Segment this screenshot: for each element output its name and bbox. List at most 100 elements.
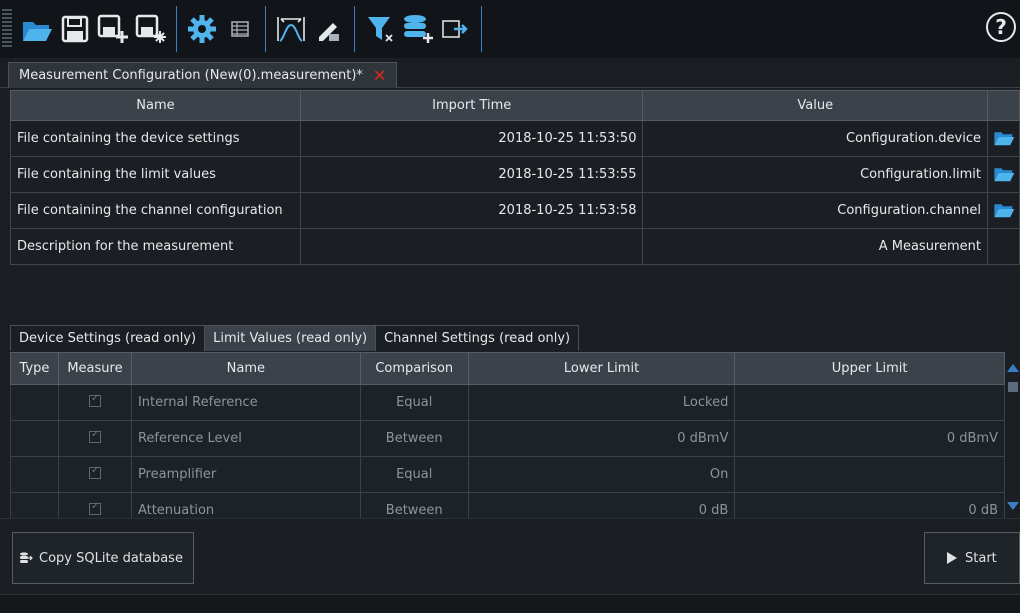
type-cell [10,456,59,493]
play-icon [947,552,957,564]
database-add-icon [404,15,433,43]
column-header-comparison[interactable]: Comparison [359,352,469,385]
measure-cell [57,384,132,421]
table-row[interactable]: Description for the measurement A Measur… [10,228,1020,265]
limits-table: Type Measure Name Comparison Lower Limit… [10,352,1005,518]
limit-name-cell: Reference Level [130,420,361,457]
lower-limit-cell: 0 dBmV [467,420,736,457]
value-cell: Configuration.channel [642,192,988,229]
copy-sqlite-database-button[interactable]: Copy SQLite database [12,532,194,584]
type-cell [10,420,59,457]
spectrum-button[interactable] [274,9,308,49]
toolbar: ? [0,0,1020,58]
close-icon[interactable]: ✕ [373,66,386,85]
open-folder-button[interactable] [20,9,54,49]
column-header-action [987,90,1020,121]
vertical-scrollbar[interactable] [1005,352,1020,518]
measure-checkbox [88,429,101,443]
limit-name-cell: Attenuation [130,492,361,518]
value-cell: Configuration.limit [642,156,988,193]
scroll-up-arrow-icon[interactable] [1007,364,1019,372]
database-export-icon [20,552,33,563]
comparison-cell: Equal [359,384,469,421]
copy-sqlite-database-label: Copy SQLite database [39,550,183,566]
column-header-type[interactable]: Type [10,352,59,385]
table-row[interactable]: Reference Level Between 0 dBmV 0 dBmV [10,420,1005,457]
table-row[interactable]: File containing the channel configuratio… [10,192,1020,229]
browse-file-button[interactable] [987,120,1020,157]
bottom-bar: Copy SQLite database Start [0,518,1020,594]
browse-file-button[interactable] [987,156,1020,193]
save-all-icon [135,14,166,43]
save-all-button[interactable] [134,9,168,49]
save-button[interactable] [58,9,92,49]
measure-edit-button[interactable] [312,9,346,49]
lower-limit-cell: 0 dB [467,492,736,518]
tab-limit-values[interactable]: Limit Values (read only) [204,325,377,351]
type-cell [10,492,59,518]
table-row[interactable]: Internal Reference Equal Locked [10,384,1005,421]
measure-checkbox [88,465,101,479]
export-csv-button[interactable] [439,9,473,49]
table-row[interactable]: File containing the limit values 2018-10… [10,156,1020,193]
start-button[interactable]: Start [924,532,1020,584]
value-cell: Configuration.device [642,120,988,157]
database-add-button[interactable] [401,9,435,49]
status-bar [0,594,1020,613]
toolbar-group-file [12,6,177,52]
tab-channel-settings[interactable]: Channel Settings (read only) [375,325,580,351]
tab-device-settings[interactable]: Device Settings (read only) [10,325,206,351]
comparison-cell: Equal [359,456,469,493]
filter-clear-icon [368,17,393,42]
column-header-import-time[interactable]: Import Time [299,90,644,121]
measure-edit-icon [319,23,339,41]
measure-cell [57,420,132,457]
open-folder-icon [23,22,52,41]
type-cell [10,384,59,421]
table-row[interactable]: File containing the device settings 2018… [10,120,1020,157]
scroll-down-arrow-icon[interactable] [1007,502,1019,510]
comparison-cell: Between [359,492,469,518]
settings-tabs: Device Settings (read only) Limit Values… [10,325,580,351]
table-row[interactable]: Preamplifier Equal On [10,456,1005,493]
column-header-value[interactable]: Value [642,90,988,121]
upper-limit-cell: 0 dBmV [734,420,1005,457]
limit-name-cell: Internal Reference [130,384,361,421]
measure-checkbox [88,393,101,407]
save-add-button[interactable] [96,9,130,49]
help-button[interactable]: ? [986,12,1016,42]
column-header-measure[interactable]: Measure [57,352,132,385]
measure-cell [57,456,132,493]
lower-limit-cell: Locked [467,384,736,421]
column-header-upper-limit[interactable]: Upper Limit [734,352,1005,385]
config-name-cell: File containing the channel configuratio… [10,192,301,229]
upper-limit-cell: 0 dB [734,492,1005,518]
column-header-name[interactable]: Name [130,352,361,385]
filter-clear-button[interactable] [363,9,397,49]
import-time-cell [299,228,644,265]
toolbar-grip[interactable] [2,9,12,49]
column-header-lower-limit[interactable]: Lower Limit [467,352,736,385]
value-cell[interactable]: A Measurement [642,228,988,265]
table-view-button[interactable] [223,9,257,49]
settings-button[interactable] [185,9,219,49]
open-folder-icon [993,131,1014,145]
spectrum-icon [277,17,305,42]
browse-file-button[interactable] [987,192,1020,229]
lower-limit-cell: On [467,456,736,493]
save-icon [61,15,89,43]
empty-action-cell [987,228,1020,265]
scroll-thumb[interactable] [1008,382,1018,392]
upper-limit-cell [734,456,1005,493]
import-time-cell: 2018-10-25 11:53:50 [299,120,644,157]
config-name-cell: File containing the limit values [10,156,301,193]
toolbar-group-spectrum [266,6,355,52]
limits-grid: Type Measure Name Comparison Lower Limit… [10,352,1020,518]
configuration-table: Name Import Time Value File containing t… [10,90,1020,265]
table-row[interactable]: Attenuation Between 0 dB 0 dB [10,492,1005,518]
config-name-cell: Description for the measurement [10,228,301,265]
import-time-cell: 2018-10-25 11:53:58 [299,192,644,229]
column-header-name[interactable]: Name [10,90,301,121]
measure-checkbox [88,501,101,515]
document-tab[interactable]: Measurement Configuration (New(0).measur… [8,62,398,88]
